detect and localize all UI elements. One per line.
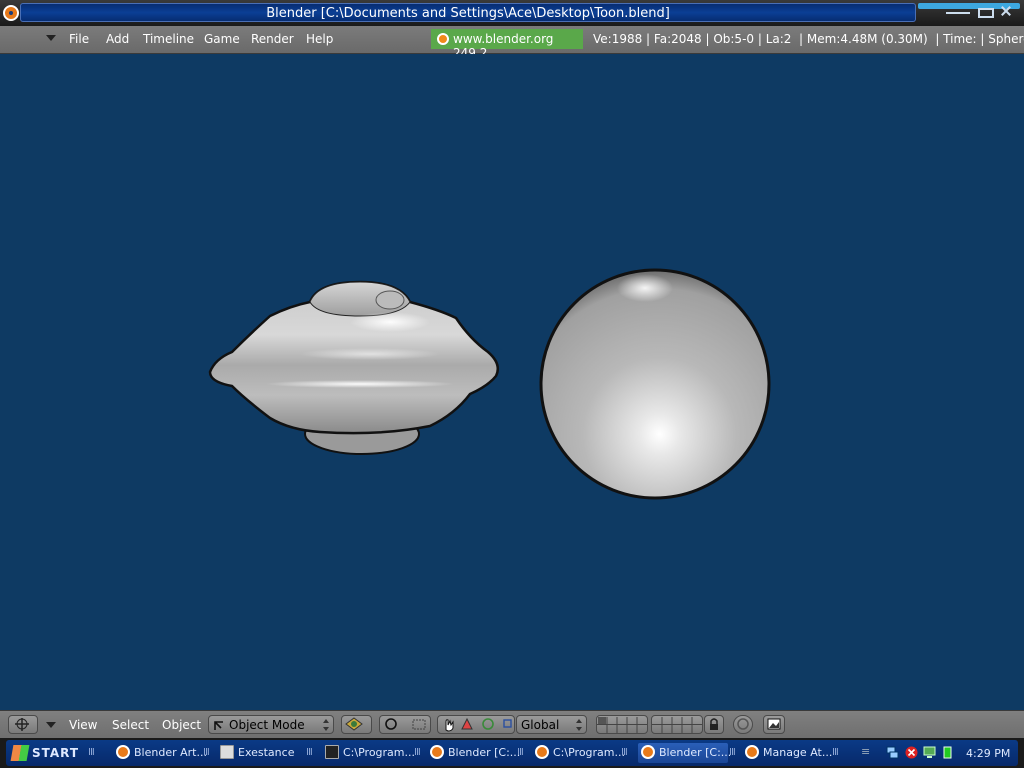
security-alert-icon[interactable] — [905, 746, 918, 759]
task-separator: III — [729, 747, 736, 758]
object-mode-icon — [214, 721, 223, 730]
orientation-label: Global — [521, 718, 560, 732]
task-label: C:\Program... — [343, 746, 415, 759]
grid-icon — [15, 718, 29, 731]
menu-collapse-icon[interactable] — [46, 35, 56, 41]
firefox-icon — [116, 745, 130, 759]
network-icon[interactable] — [886, 746, 899, 759]
blender-icon — [641, 745, 655, 759]
menu-object[interactable]: Object — [162, 718, 201, 732]
draw-type-select[interactable] — [341, 715, 372, 734]
header-collapse-icon[interactable] — [46, 722, 56, 728]
3d-viewport[interactable] — [0, 54, 1024, 710]
blender-icon — [430, 745, 444, 759]
menu-render[interactable]: Render — [251, 32, 294, 46]
mode-label: Object Mode — [229, 718, 305, 732]
start-label: START — [32, 746, 80, 760]
task-button[interactable]: Exestance — [220, 743, 306, 763]
blender-icon — [535, 745, 549, 759]
lock-icon — [710, 718, 718, 730]
3d-view-header: View Select Object Object Mode Global — [0, 710, 1024, 739]
task-separator: III — [621, 747, 628, 758]
image-icon — [767, 718, 781, 730]
window-title: Blender [C:\Documents and Settings\Ace\D… — [266, 6, 670, 21]
shading-icon — [345, 717, 363, 731]
layer-grid-icon-2 — [652, 717, 702, 733]
editor-type-button[interactable] — [8, 715, 38, 734]
task-label: Blender [C:... — [659, 746, 732, 759]
blender-logo-icon[interactable] — [3, 5, 19, 21]
task-separator: III — [517, 747, 524, 758]
task-label: Manage At... — [763, 746, 833, 759]
task-separator: III — [306, 747, 313, 758]
task-label: Blender Art... — [134, 746, 207, 759]
taskbar: START III Blender Art... III Exestance I… — [0, 738, 1024, 768]
firefox-icon — [745, 745, 759, 759]
document-icon — [220, 745, 234, 759]
menu-add[interactable]: Add — [106, 32, 129, 46]
scene-stats: Ve:1988 | Fa:2048 | Ob:5-0 | La:2 | Mem:… — [593, 32, 1024, 46]
task-separator: III — [203, 747, 210, 758]
monitor-icon[interactable] — [923, 746, 936, 759]
menu-bar: File Add Timeline Game Render Help www.b… — [0, 26, 1024, 60]
minimize-icon[interactable] — [946, 4, 970, 14]
layers-row-2[interactable] — [651, 715, 703, 734]
menu-view[interactable]: View — [69, 718, 97, 732]
task-button[interactable]: C:\Program... — [535, 743, 633, 763]
task-button[interactable]: Blender [C:... — [430, 743, 528, 763]
manipulator-group[interactable] — [437, 715, 515, 734]
manipulator-icons — [445, 717, 512, 732]
maximize-icon[interactable] — [978, 8, 994, 18]
sphere-mesh[interactable] — [539, 268, 771, 500]
task-label: Exestance — [238, 746, 295, 759]
task-separator: III — [88, 747, 95, 758]
menu-timeline[interactable]: Timeline — [143, 32, 194, 46]
layer-grid-icon — [597, 717, 647, 733]
close-icon[interactable] — [994, 4, 1018, 18]
blender-icon — [437, 33, 449, 45]
proportional-edit-button[interactable] — [733, 715, 753, 734]
mode-select[interactable]: Object Mode — [208, 715, 334, 734]
tray-expand-icon[interactable]: ≡ — [861, 745, 874, 758]
task-label: Blender [C:... — [448, 746, 521, 759]
task-button-active[interactable]: Blender [C:... — [638, 743, 732, 763]
task-button[interactable]: Manage At... — [745, 743, 841, 763]
orientation-spinner-icon — [576, 719, 582, 731]
cmd-icon — [325, 745, 339, 759]
title-bar: Blender [C:\Documents and Settings\Ace\D… — [0, 0, 1024, 26]
blender-web-link[interactable]: www.blender.org 249.2 — [431, 29, 583, 60]
ghost-icon — [737, 718, 749, 730]
windows-flag-icon — [10, 745, 30, 761]
layers-row-1[interactable] — [596, 715, 648, 734]
menu-game[interactable]: Game — [204, 32, 240, 46]
task-separator: III — [414, 747, 421, 758]
viewport-canvas[interactable] — [0, 54, 1024, 710]
orientation-select[interactable]: Global — [516, 715, 587, 734]
window-controls — [922, 4, 1018, 20]
start-button[interactable]: START — [10, 742, 82, 764]
battery-icon[interactable] — [941, 746, 954, 759]
ufo-mesh[interactable] — [208, 280, 499, 455]
pivot-icon — [385, 718, 426, 730]
clock: 4:29 PM — [966, 747, 1011, 760]
mode-spinner-icon — [323, 719, 329, 731]
lock-layers-button[interactable] — [704, 715, 724, 734]
pivot-snap-group[interactable] — [379, 715, 431, 734]
task-separator: III — [832, 747, 839, 758]
menu-help[interactable]: Help — [306, 32, 333, 46]
task-button[interactable]: C:\Program... — [325, 743, 425, 763]
task-button[interactable]: Blender Art... — [116, 743, 214, 763]
menu-file[interactable]: File — [69, 32, 89, 46]
menu-select[interactable]: Select — [112, 718, 149, 732]
render-preview-button[interactable] — [763, 715, 785, 734]
task-label: C:\Program... — [553, 746, 625, 759]
